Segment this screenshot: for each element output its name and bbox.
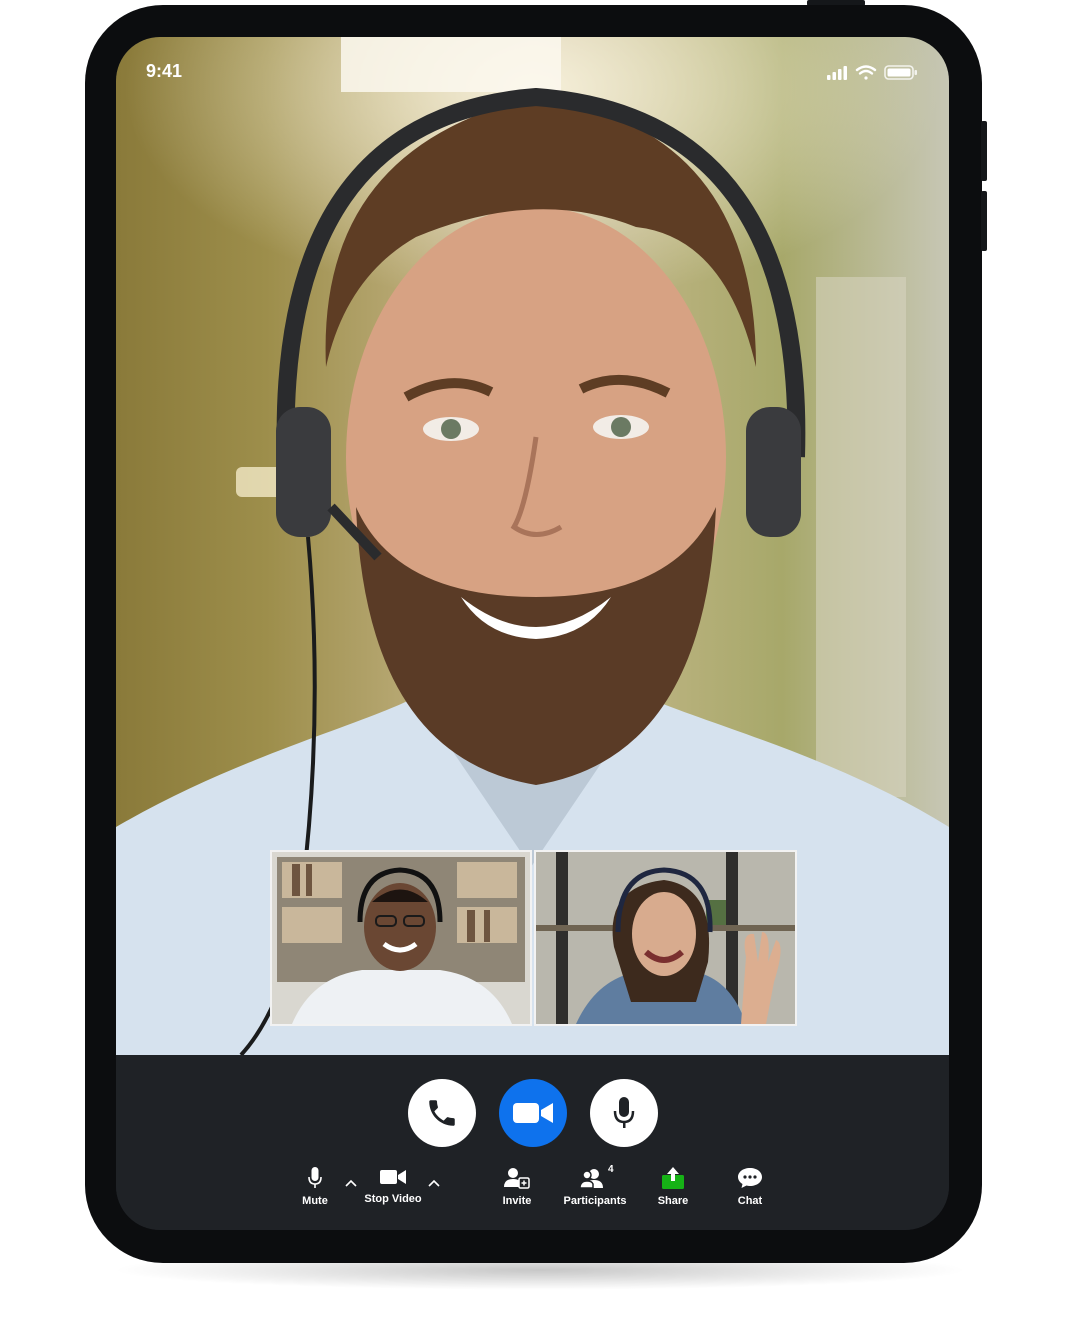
share-icon — [662, 1167, 684, 1189]
meeting-controls-bar: Mute Stop Video Invite 4 Participants Sh… — [116, 1055, 949, 1230]
video-camera-icon — [513, 1103, 553, 1123]
toolbar-invite-label: Invite — [502, 1195, 532, 1207]
toolbar-share-label: Share — [657, 1195, 689, 1207]
tablet-screen: 9:41 Mute Stop Video Invite 4 Participan… — [116, 37, 949, 1230]
video-toggle-button[interactable] — [499, 1079, 567, 1147]
toolbar-participants-label: Participants — [563, 1195, 627, 1207]
signal-icon — [827, 66, 847, 80]
toolbar-mute-label: Mute — [302, 1195, 328, 1207]
video-options-chevron-up-icon[interactable] — [428, 1179, 440, 1187]
wifi-icon — [855, 65, 877, 80]
participants-count-badge: 4 — [608, 1164, 614, 1175]
participants-icon — [579, 1169, 603, 1189]
toolbar-chat[interactable]: Chat — [710, 1167, 790, 1207]
main-speaker-figure — [116, 37, 949, 1055]
toolbar-participants[interactable]: 4 Participants — [555, 1164, 635, 1207]
battery-icon — [884, 65, 917, 80]
microphone-icon — [613, 1097, 635, 1128]
invite-user-icon — [504, 1168, 530, 1189]
status-icons — [827, 64, 919, 87]
phone-icon — [429, 1100, 455, 1126]
participant-thumbnail-2[interactable] — [534, 850, 797, 1026]
toolbar-stop-video[interactable]: Stop Video — [353, 1167, 433, 1205]
toolbar-share[interactable]: Share — [633, 1167, 713, 1207]
main-speaker-video: 9:41 — [116, 37, 949, 1055]
microphone-icon — [308, 1167, 322, 1188]
toolbar-invite[interactable]: Invite — [477, 1167, 557, 1207]
volume-down-button — [981, 191, 987, 251]
video-camera-icon — [380, 1170, 406, 1184]
toolbar-mute[interactable]: Mute — [275, 1167, 355, 1207]
volume-up-button — [981, 121, 987, 181]
status-time: 9:41 — [146, 61, 183, 81]
participant-1-figure — [272, 852, 530, 1024]
call-button[interactable] — [408, 1079, 476, 1147]
toolbar-stop-video-label: Stop Video — [364, 1193, 422, 1205]
toolbar-chat-label: Chat — [737, 1195, 763, 1207]
chat-bubble-icon — [738, 1168, 762, 1188]
participant-2-figure — [536, 852, 795, 1024]
microphone-button[interactable] — [590, 1079, 658, 1147]
participant-thumbnail-1[interactable] — [270, 850, 532, 1026]
